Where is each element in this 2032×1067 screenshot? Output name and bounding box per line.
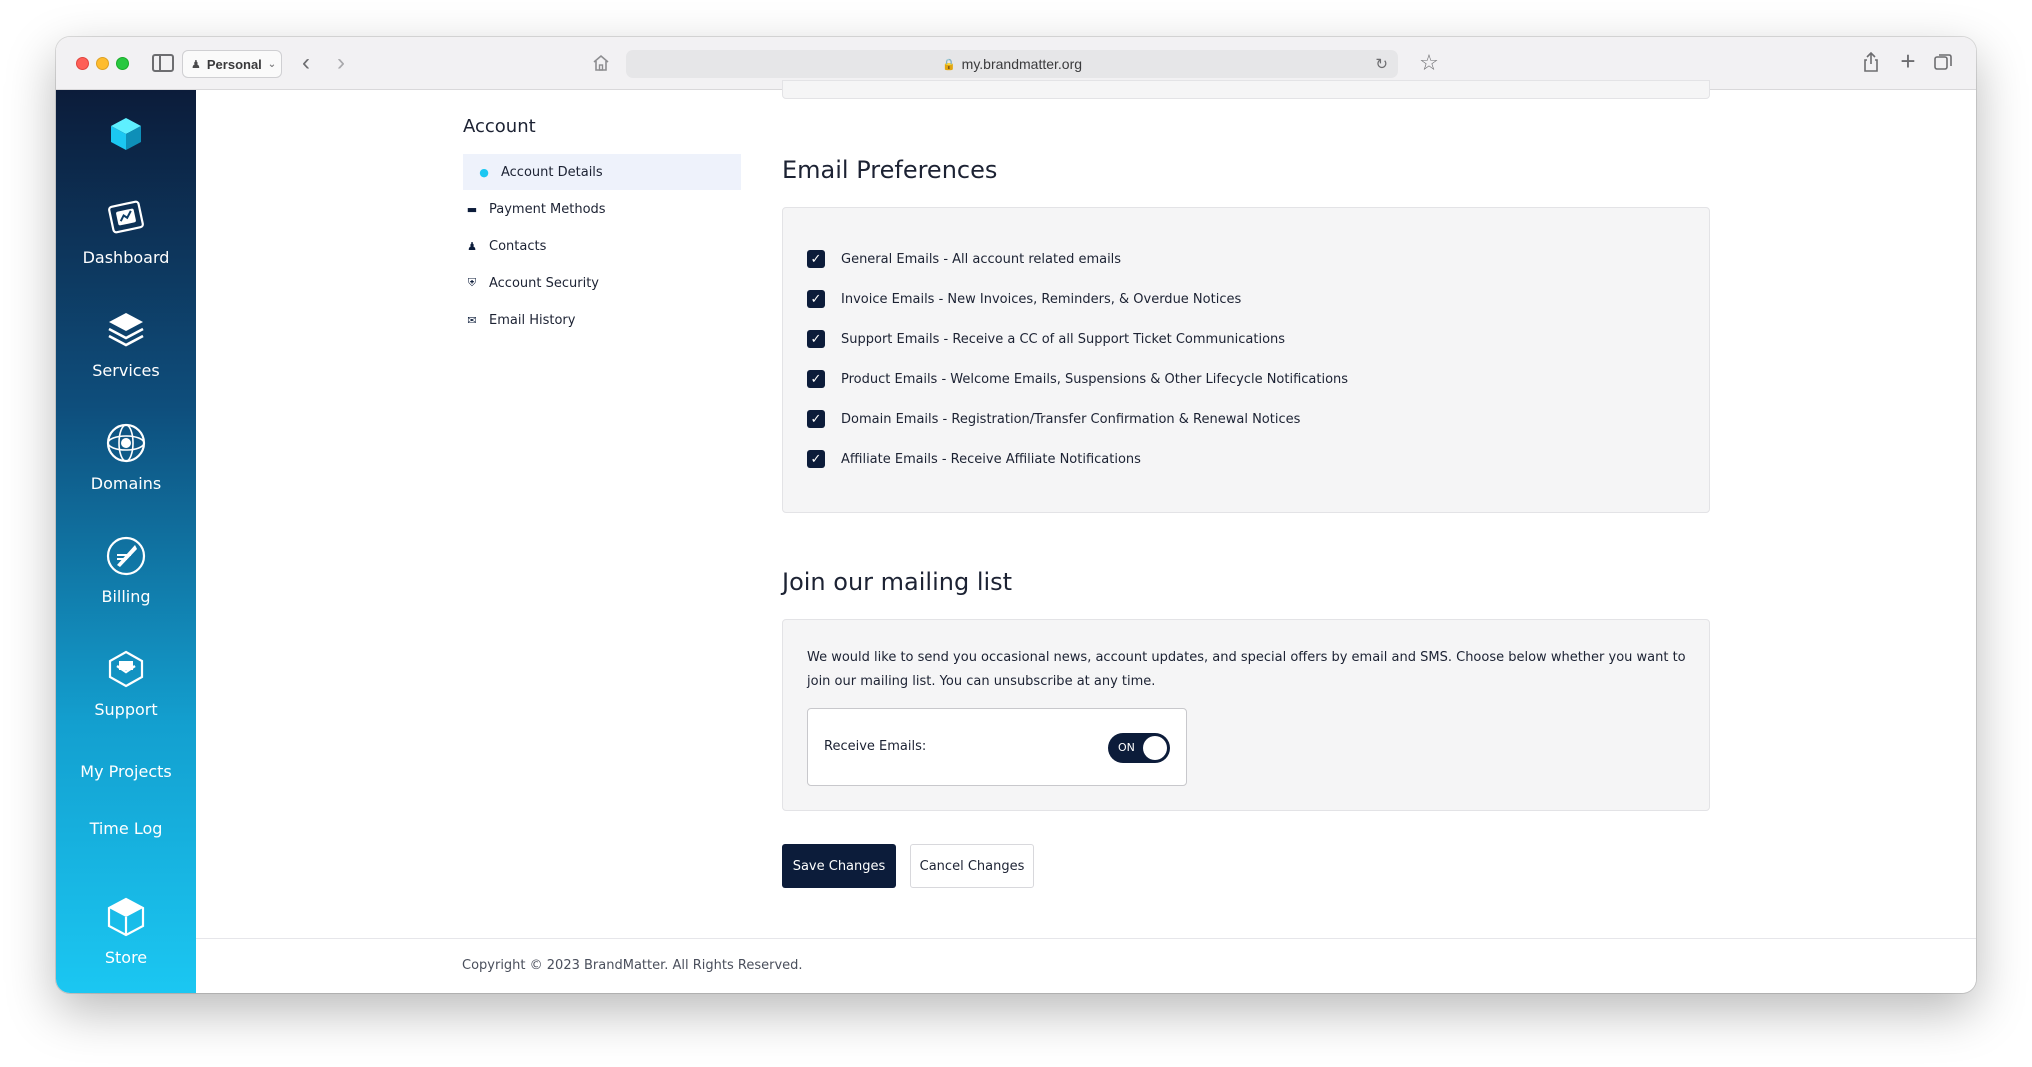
tab-overview-icon[interactable] xyxy=(1933,52,1953,72)
account-nav-item-account-details[interactable]: ● Account Details xyxy=(463,154,741,190)
footer-divider xyxy=(196,938,1976,939)
account-nav-title: Account xyxy=(463,116,536,137)
email-pref-invoice[interactable]: ✓ Invoice Emails - New Invoices, Reminde… xyxy=(807,290,1241,308)
footer-copyright: Copyright © 2023 BrandMatter. All Rights… xyxy=(462,958,803,973)
app-sidebar: Dashboard Services Domains Billing Suppo xyxy=(56,90,196,993)
support-icon xyxy=(105,648,147,690)
profile-label: Personal xyxy=(206,56,262,72)
email-pref-label: Product Emails - Welcome Emails, Suspens… xyxy=(841,371,1349,387)
sidebar-item-billing[interactable]: Billing xyxy=(56,535,196,606)
account-nav-label: Account Details xyxy=(501,164,603,180)
user-icon: ● xyxy=(479,165,489,179)
url-text: my.brandmatter.org xyxy=(961,56,1083,72)
bookmark-star-icon[interactable]: ☆ xyxy=(1417,49,1441,77)
email-pref-label: Domain Emails - Registration/Transfer Co… xyxy=(841,411,1301,427)
store-icon xyxy=(105,896,147,938)
domains-icon xyxy=(105,422,147,464)
dashboard-icon xyxy=(105,196,147,238)
email-preferences-title: Email Preferences xyxy=(782,156,998,184)
sidebar-item-my-projects[interactable]: My Projects xyxy=(56,762,196,781)
brandmatter-logo-icon[interactable] xyxy=(108,116,144,152)
email-preferences-card: ✓ General Emails - All account related e… xyxy=(782,207,1710,513)
email-pref-support[interactable]: ✓ Support Emails - Receive a CC of all S… xyxy=(807,330,1285,348)
email-pref-label: Support Emails - Receive a CC of all Sup… xyxy=(841,331,1286,347)
forward-arrow-icon[interactable]: › xyxy=(331,49,351,76)
account-nav-label: Payment Methods xyxy=(489,201,606,217)
main-content: Account ● Account Details ▬ Payment Meth… xyxy=(196,80,1976,993)
checkbox-checked-icon[interactable]: ✓ xyxy=(807,450,825,468)
email-pref-label: Invoice Emails - New Invoices, Reminders… xyxy=(841,291,1242,307)
save-changes-button[interactable]: Save Changes xyxy=(782,844,896,888)
billing-icon xyxy=(105,535,147,577)
sidebar-item-label: Store xyxy=(104,948,148,967)
account-nav-label: Email History xyxy=(489,312,576,328)
sidebar-item-label: Domains xyxy=(90,474,162,493)
chevron-down-icon: ⌄ xyxy=(267,58,277,70)
sidebar-item-label: My Projects xyxy=(80,762,172,781)
checkbox-checked-icon[interactable]: ✓ xyxy=(807,410,825,428)
minimize-window-button[interactable] xyxy=(96,57,109,70)
account-nav-label: Contacts xyxy=(489,238,547,254)
sidebar-item-label: Services xyxy=(92,361,160,380)
previous-card-edge xyxy=(782,80,1710,99)
receive-emails-label: Receive Emails: xyxy=(824,739,927,754)
account-nav-item-email-history[interactable]: ✉ Email History xyxy=(463,302,741,338)
home-icon[interactable] xyxy=(590,51,612,75)
checkbox-checked-icon[interactable]: ✓ xyxy=(807,330,825,348)
receive-emails-toggle[interactable]: ON xyxy=(1108,733,1170,763)
sidebar-item-label: Time Log xyxy=(89,819,163,838)
close-window-button[interactable] xyxy=(76,57,89,70)
sidebar-toggle-icon[interactable] xyxy=(152,54,174,72)
cancel-changes-button[interactable]: Cancel Changes xyxy=(910,844,1034,888)
email-pref-general[interactable]: ✓ General Emails - All account related e… xyxy=(807,250,1121,268)
credit-card-icon: ▬ xyxy=(466,202,478,216)
sidebar-item-label: Dashboard xyxy=(82,248,170,267)
account-nav-item-payment-methods[interactable]: ▬ Payment Methods xyxy=(463,191,741,227)
sidebar-item-label: Support xyxy=(94,700,158,719)
lock-icon: 🔒 xyxy=(941,58,956,71)
reload-icon[interactable]: ↻ xyxy=(1375,55,1388,73)
contact-icon: ♟ xyxy=(467,239,477,253)
mailing-list-card: We would like to send you occasional new… xyxy=(782,619,1710,811)
email-pref-affiliate[interactable]: ✓ Affiliate Emails - Receive Affiliate N… xyxy=(807,450,1141,468)
checkbox-checked-icon[interactable]: ✓ xyxy=(807,290,825,308)
mailing-list-title: Join our mailing list xyxy=(782,568,1013,596)
checkbox-checked-icon[interactable]: ✓ xyxy=(807,250,825,268)
profile-button[interactable]: ♟ Personal ⌄ xyxy=(182,50,282,78)
receive-emails-box: Receive Emails: ON xyxy=(807,708,1187,786)
account-nav-item-account-security[interactable]: ⛨ Account Security xyxy=(463,265,741,301)
back-arrow-icon[interactable]: ‹ xyxy=(296,49,316,76)
services-icon xyxy=(105,309,147,351)
email-pref-label: Affiliate Emails - Receive Affiliate Not… xyxy=(841,451,1141,467)
account-nav-item-contacts[interactable]: ♟ Contacts xyxy=(463,228,741,264)
email-pref-domain[interactable]: ✓ Domain Emails - Registration/Transfer … xyxy=(807,410,1300,428)
zoom-window-button[interactable] xyxy=(116,57,129,70)
sidebar-item-label: Billing xyxy=(101,587,151,606)
sidebar-item-time-log[interactable]: Time Log xyxy=(56,819,196,838)
account-nav: ● Account Details ▬ Payment Methods ♟ Co… xyxy=(463,154,741,339)
browser-window: ♟ Personal ⌄ ‹ › 🔒 my.brandmatter.org ↻ … xyxy=(56,37,1976,993)
toggle-knob xyxy=(1143,736,1167,760)
share-icon[interactable] xyxy=(1861,50,1881,74)
mailing-list-description: We would like to send you occasional new… xyxy=(807,650,1686,689)
sidebar-item-domains[interactable]: Domains xyxy=(56,422,196,493)
sidebar-item-support[interactable]: Support xyxy=(56,648,196,719)
sidebar-item-store[interactable]: Store xyxy=(56,896,196,967)
email-pref-product[interactable]: ✓ Product Emails - Welcome Emails, Suspe… xyxy=(807,370,1348,388)
person-icon: ♟ xyxy=(191,58,201,71)
envelope-icon: ✉ xyxy=(467,313,477,327)
email-pref-label: General Emails - All account related ema… xyxy=(841,251,1122,267)
sidebar-item-services[interactable]: Services xyxy=(56,309,196,380)
new-tab-icon[interactable]: + xyxy=(1898,46,1918,76)
shield-icon: ⛨ xyxy=(467,276,477,289)
address-bar[interactable]: 🔒 my.brandmatter.org ↻ xyxy=(626,50,1398,78)
sidebar-item-dashboard[interactable]: Dashboard xyxy=(56,196,196,267)
checkbox-checked-icon[interactable]: ✓ xyxy=(807,370,825,388)
account-nav-label: Account Security xyxy=(489,275,600,291)
toggle-state-text: ON xyxy=(1118,741,1135,754)
